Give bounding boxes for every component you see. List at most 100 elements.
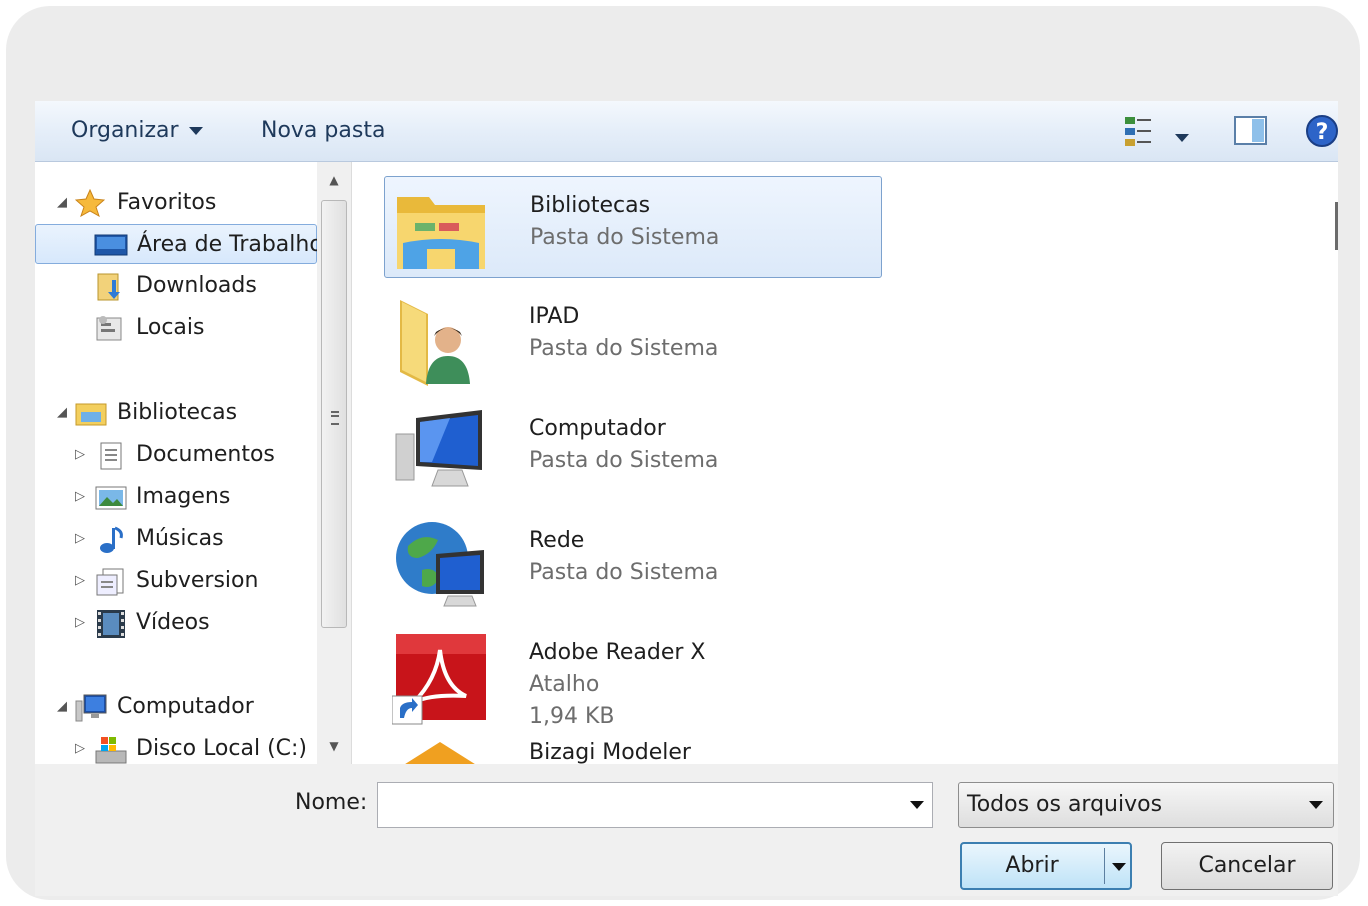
videos-icon: [95, 609, 125, 638]
nav-item-label: Downloads: [136, 273, 257, 298]
content-scrollbar[interactable]: [1335, 202, 1338, 250]
organize-button[interactable]: Organizar: [71, 101, 203, 161]
file-item-type: Pasta do Sistema: [529, 448, 719, 473]
file-name-label: Nome:: [295, 790, 368, 815]
dialog-footer: Nome: Todos os arquivos Abrir Cancelar: [35, 764, 1338, 896]
bizagi-icon: [392, 736, 488, 764]
nav-item-label: Subversion: [136, 568, 259, 593]
nav-item-recent-places[interactable]: Locais: [35, 308, 317, 348]
help-icon[interactable]: ?: [1305, 114, 1339, 148]
nav-item-label: Área de Trabalho: [137, 232, 317, 257]
scrollbar-thumb[interactable]: [321, 200, 347, 628]
documents-icon: [97, 441, 127, 470]
music-icon: [97, 525, 127, 553]
nav-item-label: Locais: [136, 315, 205, 340]
desktop-icon: [94, 231, 128, 259]
nav-libraries[interactable]: ◢ Bibliotecas: [35, 393, 317, 433]
nav-favorites[interactable]: ◢ Favoritos: [35, 183, 317, 223]
open-button[interactable]: Abrir: [960, 842, 1132, 890]
nav-item-pictures[interactable]: ▷ Imagens: [35, 477, 317, 517]
file-item-name: Bibliotecas: [530, 193, 651, 218]
nav-item-label: Músicas: [136, 526, 224, 551]
nav-scrollbar[interactable]: ▲ ▼: [317, 162, 351, 764]
toolbar: Organizar Nova pasta ?: [35, 101, 1338, 162]
file-item-computer[interactable]: Computador Pasta do Sistema: [384, 400, 882, 502]
expanded-arrow-icon[interactable]: ◢: [57, 183, 67, 223]
file-item-adobe-reader[interactable]: Adobe Reader X Atalho 1,94 KB: [384, 624, 882, 736]
nav-item-downloads[interactable]: Downloads: [35, 266, 317, 306]
computer-icon: [392, 406, 488, 498]
file-item-name: Bizagi Modeler: [529, 740, 691, 764]
expanded-arrow-icon[interactable]: ◢: [57, 393, 67, 433]
star-icon: [74, 188, 106, 218]
nav-item-label: Documentos: [136, 442, 275, 467]
adobe-reader-icon: [391, 630, 488, 725]
nav-item-subversion[interactable]: ▷ Subversion: [35, 561, 317, 601]
file-item-bizagi[interactable]: Bizagi Modeler: [384, 736, 882, 764]
network-icon: [392, 518, 488, 610]
recent-places-icon: [95, 314, 125, 342]
subversion-icon: [95, 567, 125, 596]
collapsed-arrow-icon[interactable]: ▷: [75, 729, 85, 764]
user-folder-icon: [392, 294, 488, 386]
collapsed-arrow-icon[interactable]: ▷: [75, 519, 85, 559]
collapsed-arrow-icon[interactable]: ▷: [75, 603, 85, 643]
computer-icon: [75, 693, 107, 722]
chevron-down-icon[interactable]: [1112, 863, 1126, 871]
libraries-folder-icon: [393, 183, 489, 275]
file-item-type: Pasta do Sistema: [530, 225, 720, 250]
new-folder-button[interactable]: Nova pasta: [261, 101, 385, 161]
nav-item-music[interactable]: ▷ Músicas: [35, 519, 317, 559]
open-button-label: Abrir: [1005, 853, 1059, 878]
svg-text:?: ?: [1316, 120, 1329, 145]
chevron-down-icon[interactable]: [910, 801, 924, 809]
expanded-arrow-icon[interactable]: ◢: [57, 687, 67, 727]
file-type-select[interactable]: Todos os arquivos: [958, 782, 1334, 828]
file-item-type: Pasta do Sistema: [529, 336, 719, 361]
grip-icon: [331, 411, 339, 425]
file-item-name: Adobe Reader X: [529, 640, 706, 665]
chevron-down-icon: [1309, 801, 1323, 809]
file-item-type: Atalho: [529, 672, 600, 697]
nav-computer-label: Computador: [117, 694, 254, 719]
file-item-name: Computador: [529, 416, 666, 441]
nav-item-desktop[interactable]: Área de Trabalho: [35, 224, 317, 264]
navigation-pane[interactable]: ◢ Favoritos Área de Trabalho Downloads L…: [35, 162, 317, 764]
file-type-value: Todos os arquivos: [967, 792, 1163, 817]
views-dropdown-button[interactable]: [1175, 127, 1189, 146]
nav-item-local-disk[interactable]: ▷ Disco Local (C:): [35, 729, 317, 764]
cancel-button[interactable]: Cancelar: [1161, 842, 1333, 890]
file-item-network[interactable]: Rede Pasta do Sistema: [384, 512, 882, 614]
pictures-icon: [95, 483, 127, 511]
file-item-name: Rede: [529, 528, 585, 553]
collapsed-arrow-icon[interactable]: ▷: [75, 435, 85, 475]
chevron-down-icon: [1175, 133, 1189, 142]
file-item-libraries[interactable]: Bibliotecas Pasta do Sistema: [384, 176, 882, 278]
views-icon[interactable]: [1123, 115, 1159, 149]
nav-item-label: Disco Local (C:): [136, 736, 308, 761]
preview-pane-icon[interactable]: [1234, 115, 1268, 147]
nav-libraries-label: Bibliotecas: [117, 400, 238, 425]
organize-label: Organizar: [71, 118, 179, 143]
scroll-up-arrow-icon[interactable]: ▲: [317, 164, 351, 196]
split-separator: [1104, 848, 1105, 884]
file-list[interactable]: Bibliotecas Pasta do Sistema IPAD Pasta …: [352, 162, 1338, 764]
scroll-down-arrow-icon[interactable]: ▼: [317, 730, 351, 762]
collapsed-arrow-icon[interactable]: ▷: [75, 561, 85, 601]
libraries-icon: [75, 399, 107, 427]
open-file-dialog: Organizar Nova pasta ? ◢ Favoritos Área …: [35, 101, 1338, 896]
nav-item-label: Imagens: [136, 484, 231, 509]
file-item-type: Pasta do Sistema: [529, 560, 719, 585]
nav-favorites-label: Favoritos: [117, 190, 217, 215]
file-item-ipad[interactable]: IPAD Pasta do Sistema: [384, 288, 882, 390]
nav-item-label: Vídeos: [136, 610, 210, 635]
file-name-input[interactable]: [377, 782, 933, 828]
nav-item-documents[interactable]: ▷ Documentos: [35, 435, 317, 475]
nav-item-videos[interactable]: ▷ Vídeos: [35, 603, 317, 643]
file-item-size: 1,94 KB: [529, 704, 615, 729]
nav-computer[interactable]: ◢ Computador: [35, 687, 317, 727]
chevron-down-icon: [188, 127, 203, 135]
file-item-name: IPAD: [529, 304, 580, 329]
collapsed-arrow-icon[interactable]: ▷: [75, 477, 85, 517]
local-disk-icon: [95, 735, 127, 764]
